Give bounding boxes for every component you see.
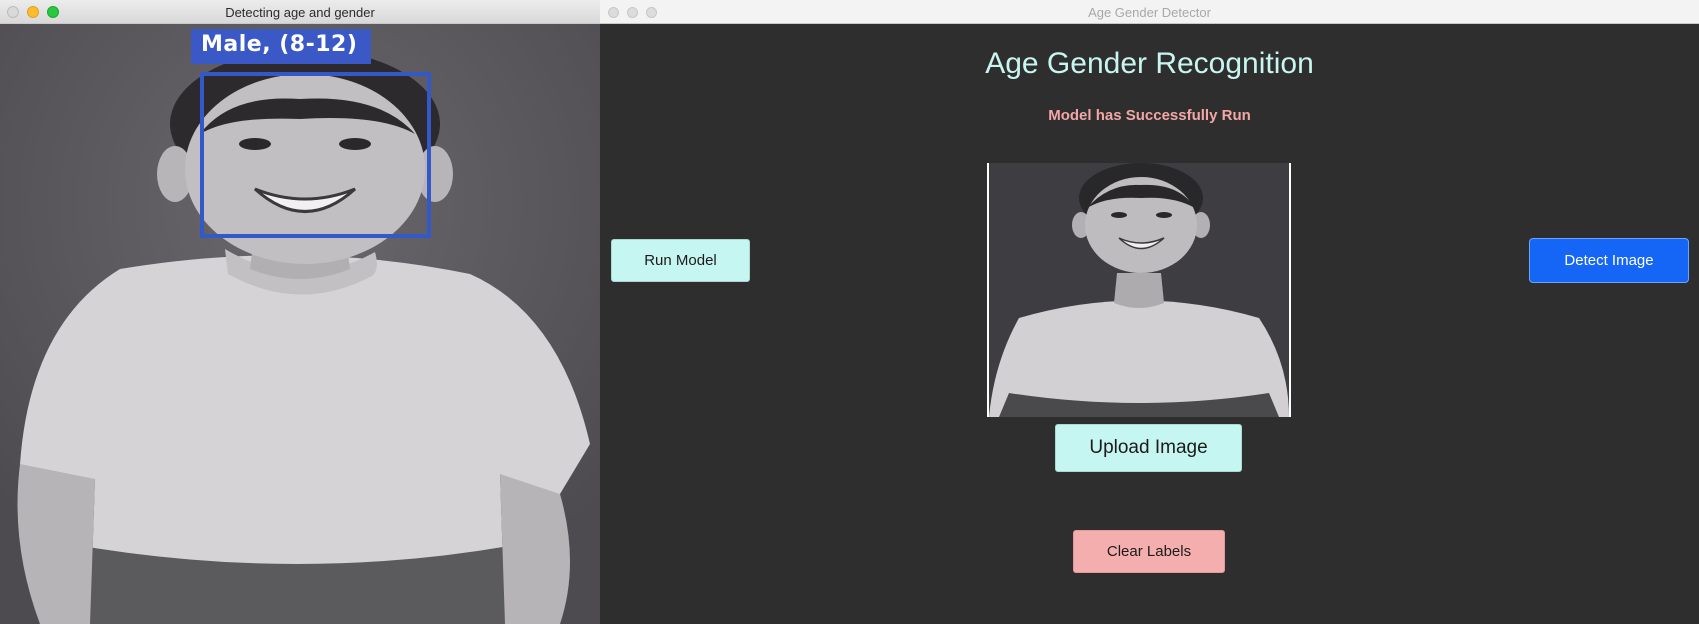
status-message: Model has Successfully Run	[1048, 107, 1251, 124]
child-portrait-thumbnail	[989, 163, 1289, 417]
upload-image-button[interactable]: Upload Image	[1055, 424, 1242, 472]
clear-labels-button[interactable]: Clear Labels	[1073, 530, 1225, 573]
app-window: Age Gender Detector Age Gender Recogniti…	[600, 0, 1699, 624]
app-window-title: Age Gender Detector	[1088, 5, 1211, 20]
detection-window-titlebar[interactable]: Detecting age and gender	[0, 0, 600, 24]
detection-label: Male, (8-12)	[201, 32, 358, 57]
uploaded-image-preview	[987, 163, 1291, 417]
page-title: Age Gender Recognition	[985, 47, 1314, 80]
detection-window-title: Detecting age and gender	[225, 5, 375, 20]
face-bounding-box	[200, 72, 431, 238]
run-model-button[interactable]: Run Model	[611, 239, 750, 282]
detect-image-button[interactable]: Detect Image	[1529, 238, 1689, 283]
app-window-titlebar[interactable]: Age Gender Detector	[600, 0, 1699, 24]
detection-window: Detecting age and gender Male, (8-12)	[0, 0, 600, 624]
